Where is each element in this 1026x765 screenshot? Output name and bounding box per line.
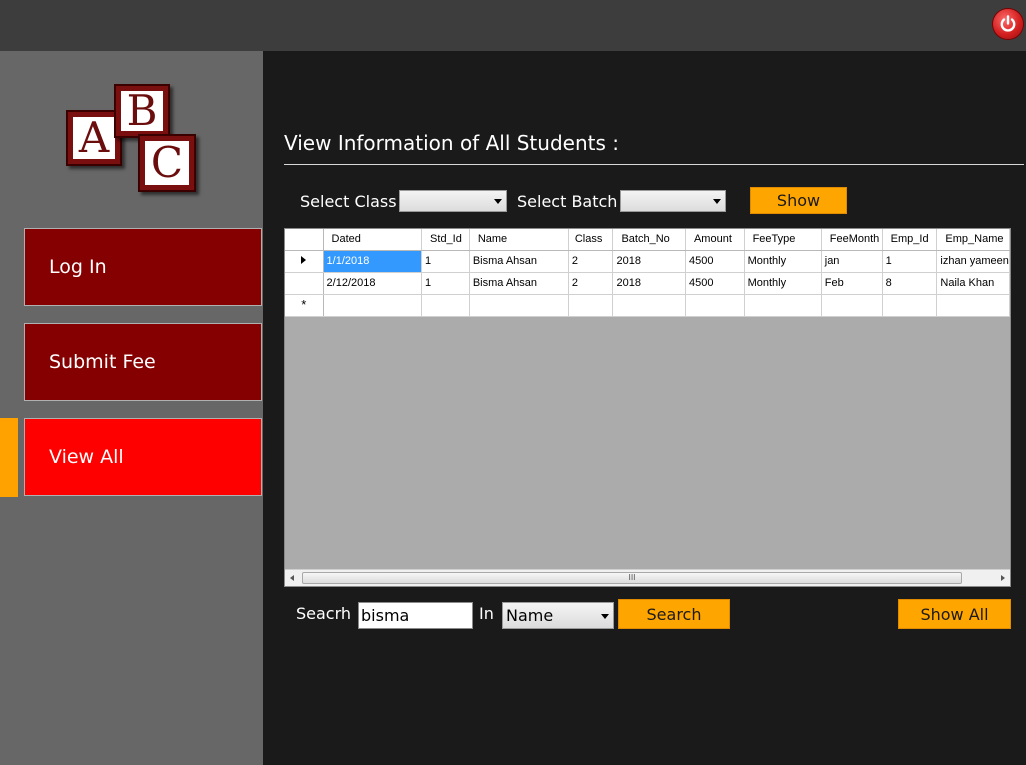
- class-select[interactable]: [399, 190, 507, 212]
- logo-block-b: B: [114, 84, 170, 138]
- search-field-value: Name: [506, 606, 554, 625]
- row-header[interactable]: [285, 250, 324, 273]
- in-label: In: [479, 604, 494, 623]
- scroll-left-icon[interactable]: [290, 575, 294, 581]
- table-cell[interactable]: Monthly: [744, 250, 822, 273]
- table-cell[interactable]: 1: [882, 250, 938, 273]
- column-header[interactable]: Emp_Name: [936, 229, 1010, 251]
- title-divider: [284, 164, 1024, 165]
- search-label: Seacrh: [296, 604, 352, 623]
- students-table: Dated Std_Id Name Class Batch_No Amount …: [285, 229, 1010, 317]
- table-cell[interactable]: [936, 294, 1010, 317]
- column-header[interactable]: Batch_No: [612, 229, 686, 251]
- table-cell[interactable]: [421, 294, 470, 317]
- column-header[interactable]: FeeType: [744, 229, 822, 251]
- column-header[interactable]: FeeMonth: [821, 229, 883, 251]
- chevron-down-icon: [494, 199, 502, 204]
- select-class-label: Select Class: [300, 192, 397, 211]
- table-cell[interactable]: Bisma Ahsan: [469, 250, 569, 273]
- new-row-star-icon: *: [301, 297, 307, 312]
- logo-letter-c: C: [145, 141, 189, 185]
- sidebar: A B C: [0, 51, 263, 765]
- row-header[interactable]: [285, 272, 324, 295]
- table-row[interactable]: 1/1/2018 1 Bisma Ahsan 2 2018 4500 Month…: [285, 250, 1010, 273]
- column-header[interactable]: Dated: [323, 229, 423, 251]
- table-cell[interactable]: 2018: [612, 250, 686, 273]
- table-cell[interactable]: [469, 294, 569, 317]
- logo-block-c: C: [138, 134, 196, 192]
- table-cell[interactable]: 4500: [685, 272, 745, 295]
- scroll-thumb[interactable]: III: [302, 572, 962, 584]
- show-all-button[interactable]: Show All: [898, 599, 1011, 629]
- logo-letter-a: A: [73, 117, 115, 159]
- table-cell[interactable]: jan: [821, 250, 883, 273]
- current-row-arrow-icon: [301, 256, 307, 264]
- title-bar: [0, 0, 1026, 51]
- table-cell[interactable]: [323, 294, 423, 317]
- scroll-grip-icon: III: [628, 573, 636, 582]
- horizontal-scrollbar[interactable]: III: [285, 569, 1010, 586]
- active-indicator: [0, 418, 18, 497]
- logo-letter-b: B: [121, 90, 163, 132]
- table-cell[interactable]: 1/1/2018: [323, 250, 423, 273]
- batch-select[interactable]: [620, 190, 726, 212]
- sidebar-item-submit-fee[interactable]: Submit Fee: [24, 323, 262, 401]
- table-cell[interactable]: [821, 294, 883, 317]
- abc-blocks-logo: A B C: [66, 84, 206, 199]
- table-cell[interactable]: Feb: [821, 272, 883, 295]
- table-cell[interactable]: 2: [568, 250, 614, 273]
- table-cell[interactable]: izhan yameen: [936, 250, 1010, 273]
- table-cell[interactable]: 2: [568, 272, 614, 295]
- table-cell[interactable]: [882, 294, 938, 317]
- search-input[interactable]: bisma: [358, 602, 473, 629]
- table-cell[interactable]: Bisma Ahsan: [469, 272, 569, 295]
- header-row: Dated Std_Id Name Class Batch_No Amount …: [285, 229, 1010, 251]
- column-header[interactable]: Name: [469, 229, 569, 251]
- table-cell[interactable]: 1: [421, 272, 470, 295]
- search-button[interactable]: Search: [618, 599, 730, 629]
- students-grid[interactable]: Dated Std_Id Name Class Batch_No Amount …: [284, 228, 1011, 587]
- sidebar-item-log-in[interactable]: Log In: [24, 228, 262, 306]
- chevron-down-icon: [601, 614, 609, 619]
- column-header[interactable]: Class: [568, 229, 614, 251]
- new-row[interactable]: *: [285, 294, 1010, 317]
- show-button[interactable]: Show: [750, 187, 847, 214]
- table-cell[interactable]: 2018: [612, 272, 686, 295]
- table-cell[interactable]: 1: [421, 250, 470, 273]
- table-cell[interactable]: Naila Khan: [936, 272, 1010, 295]
- table-cell[interactable]: 4500: [685, 250, 745, 273]
- table-cell[interactable]: [744, 294, 822, 317]
- power-icon[interactable]: [993, 9, 1023, 39]
- table-cell[interactable]: [568, 294, 614, 317]
- scroll-right-icon[interactable]: [1001, 575, 1005, 581]
- table-row[interactable]: 2/12/2018 1 Bisma Ahsan 2 2018 4500 Mont…: [285, 272, 1010, 295]
- sidebar-item-view-all[interactable]: View All: [24, 418, 262, 496]
- table-cell[interactable]: 2/12/2018: [323, 272, 423, 295]
- column-header[interactable]: Amount: [685, 229, 745, 251]
- table-cell[interactable]: 8: [882, 272, 938, 295]
- column-header[interactable]: Std_Id: [421, 229, 470, 251]
- table-cell[interactable]: Monthly: [744, 272, 822, 295]
- table-cell[interactable]: [685, 294, 745, 317]
- column-header[interactable]: Emp_Id: [882, 229, 938, 251]
- power-symbol: [1000, 15, 1016, 32]
- row-header-corner: [285, 229, 324, 251]
- search-field-select[interactable]: Name: [502, 602, 614, 629]
- row-header[interactable]: *: [285, 294, 324, 317]
- chevron-down-icon: [713, 199, 721, 204]
- page-title: View Information of All Students :: [284, 131, 619, 155]
- select-batch-label: Select Batch: [517, 192, 618, 211]
- table-cell[interactable]: [612, 294, 686, 317]
